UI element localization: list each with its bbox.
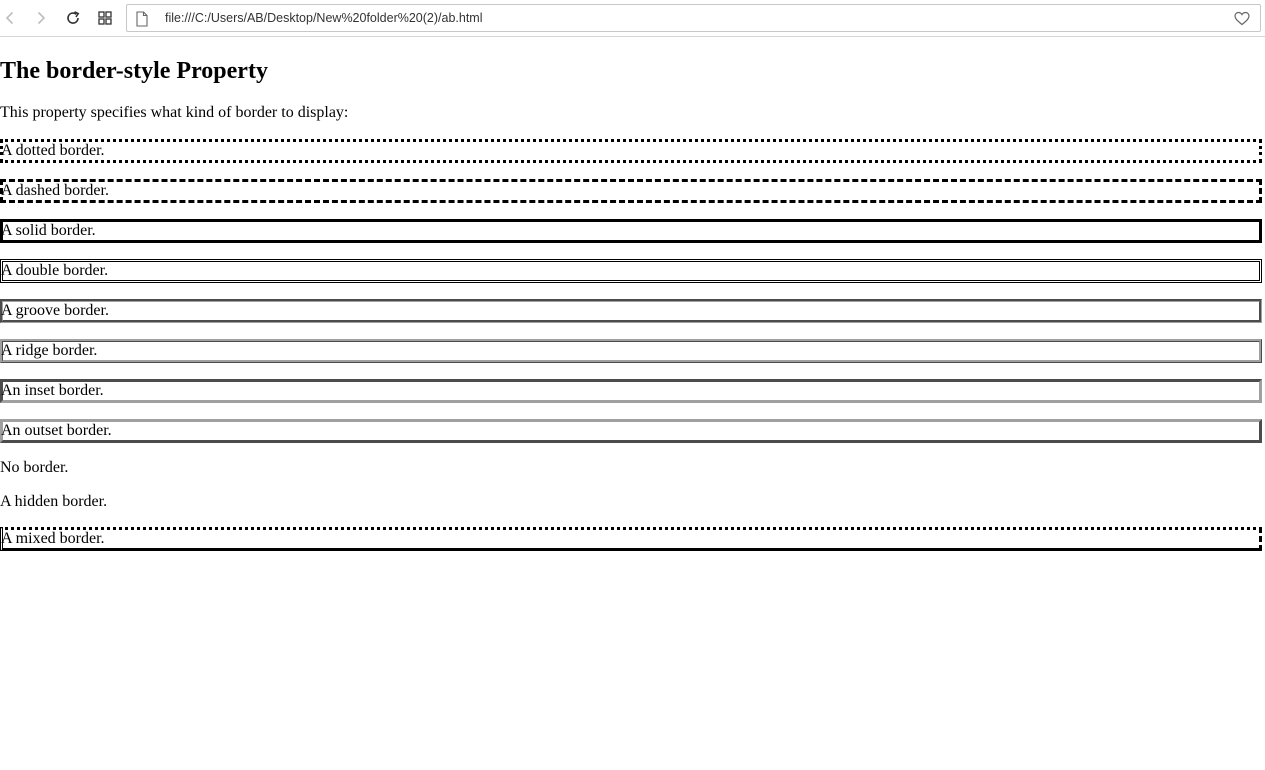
intro-text: This property specifies what kind of bor… [0,104,349,121]
double-border-paragraph: A double border. [0,259,1262,283]
address-bar[interactable]: file:///C:/Users/AB/Desktop/New%20folder… [126,4,1261,32]
forward-icon[interactable] [29,6,53,30]
outset-border-paragraph: An outset border. [0,419,1262,443]
mixed-border-paragraph: A mixed border. [0,527,1262,551]
page-icon [135,11,149,32]
paragraph-text: A mixed border. [1,530,105,547]
hidden-border-paragraph: A hidden border. [0,493,1262,511]
paragraph-text: A double border. [1,262,109,279]
dotted-border-paragraph: A dotted border. [0,139,1262,163]
page-title: The border-style Property [0,58,268,84]
paragraph-text: A dotted border. [1,142,105,159]
inset-border-paragraph: An inset border. [0,379,1262,403]
paragraph-text: No border. [0,459,69,476]
paragraph-text: An outset border. [1,422,112,439]
speed-dial-icon[interactable] [93,6,117,30]
paragraph-text: A solid border. [1,222,96,239]
solid-border-paragraph: A solid border. [0,219,1262,243]
paragraph-text: A hidden border. [0,493,108,510]
heart-icon[interactable] [1234,11,1250,31]
dashed-border-paragraph: A dashed border. [0,179,1262,203]
ridge-border-paragraph: A ridge border. [0,339,1262,363]
groove-border-paragraph: A groove border. [0,299,1262,323]
paragraph-text: A dashed border. [1,182,109,199]
no-border-paragraph: No border. [0,459,1262,477]
browser-toolbar: file:///C:/Users/AB/Desktop/New%20folder… [0,0,1265,37]
paragraph-text: A groove border. [1,302,109,319]
reload-icon[interactable] [61,6,85,30]
back-icon[interactable] [0,6,22,30]
paragraph-text: A ridge border. [1,342,98,359]
url-text[interactable]: file:///C:/Users/AB/Desktop/New%20folder… [165,11,483,25]
paragraph-text: An inset border. [1,382,104,399]
